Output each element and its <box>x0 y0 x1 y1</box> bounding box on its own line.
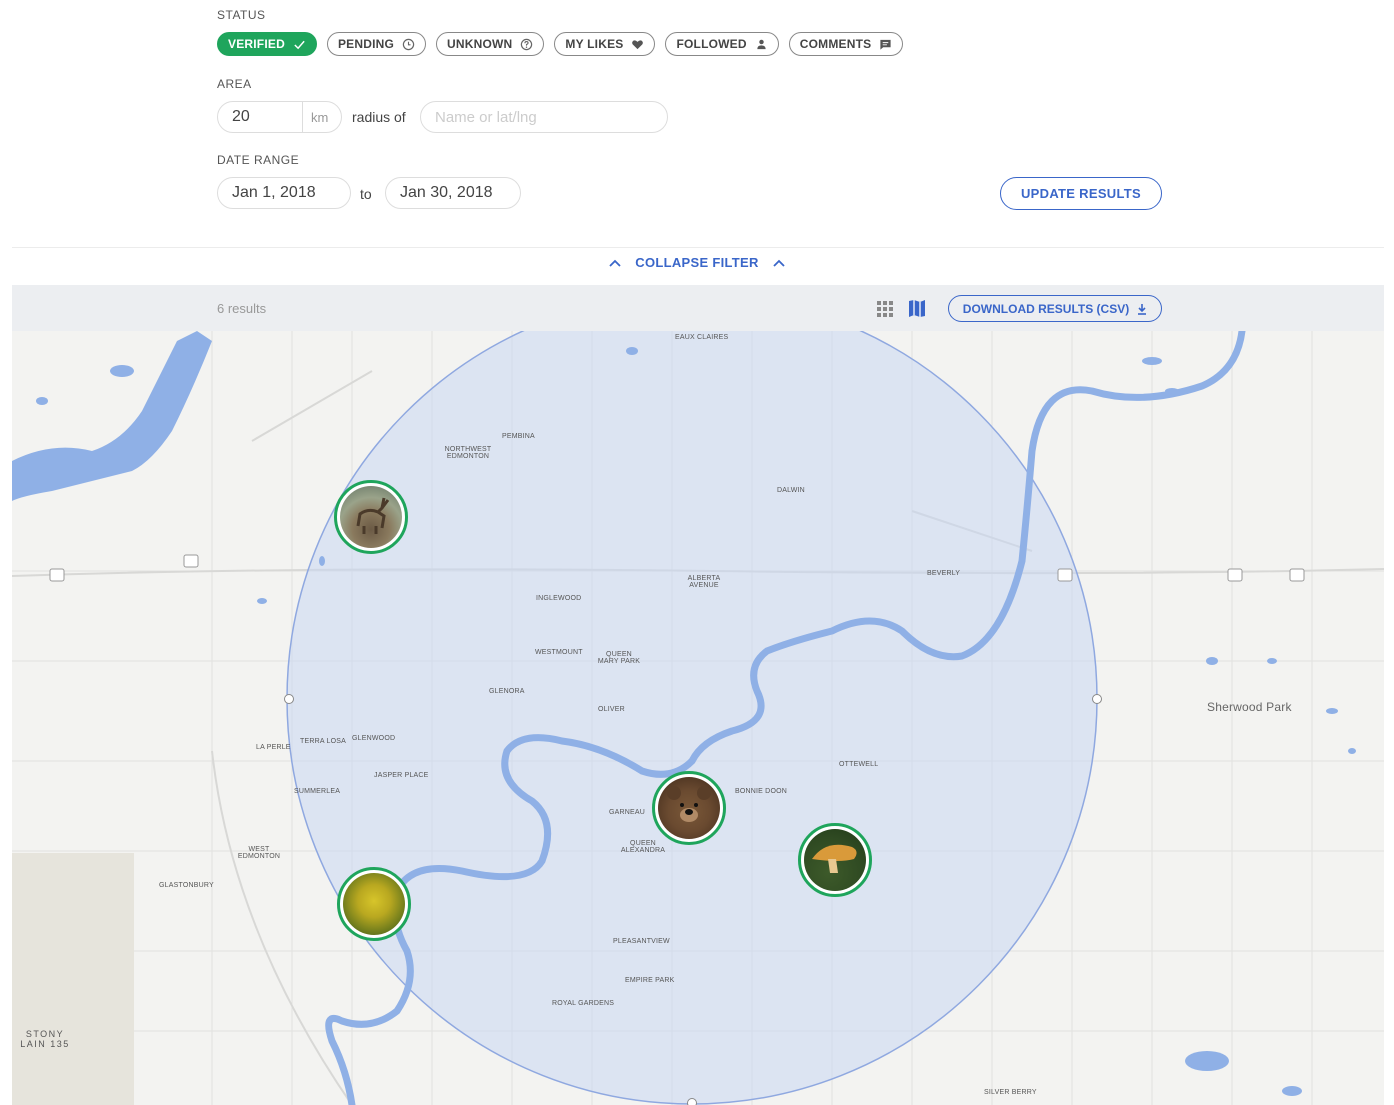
collapse-filter-label: COLLAPSE FILTER <box>635 255 759 270</box>
place-pembina: PEMBINA <box>502 433 535 440</box>
filter-panel: STATUS VERIFIED PENDING UNKNOWN MY LIKES… <box>0 0 1394 285</box>
chip-verified[interactable]: VERIFIED <box>217 32 317 56</box>
status-chips: VERIFIED PENDING UNKNOWN MY LIKES FOLLOW… <box>217 32 904 56</box>
place-sherwood-park: Sherwood Park <box>1207 700 1292 714</box>
map-base <box>12 331 1384 1105</box>
mushroom-photo <box>804 829 866 891</box>
plant-observation-marker[interactable] <box>337 867 411 941</box>
chip-label: MY LIKES <box>565 37 624 51</box>
chip-label: PENDING <box>337 37 395 51</box>
radius-input[interactable]: 20 km <box>217 101 342 133</box>
person-icon <box>757 39 766 49</box>
results-map[interactable]: Sherwood Park STONY LAIN 135 EAUX CLAIRE… <box>12 331 1384 1105</box>
update-results-button[interactable]: UPDATE RESULTS <box>1000 177 1162 210</box>
date-to-value: Jan 30, 2018 <box>400 184 493 201</box>
place-glastonbury: GLASTONBURY <box>159 882 214 889</box>
place-silver-berry: SILVER BERRY <box>984 1089 1037 1096</box>
chip-followed[interactable]: FOLLOWED <box>665 32 779 56</box>
chip-pending[interactable]: PENDING <box>326 32 427 56</box>
elk-photo <box>340 486 402 548</box>
chip-label: UNKNOWN <box>447 37 513 51</box>
map-view-icon[interactable] <box>908 299 926 318</box>
place-queen-alexandra: QUEEN ALEXANDRA <box>620 840 666 854</box>
place-garneau: GARNEAU <box>609 809 646 816</box>
bear-photo <box>658 777 720 839</box>
status-label: STATUS <box>217 8 266 22</box>
chip-my-likes[interactable]: MY LIKES <box>554 32 656 56</box>
place-west-edmonton: WEST EDMONTON <box>237 846 281 860</box>
radius-value: 20 <box>232 108 250 125</box>
results-toolbar: 6 results <box>12 285 1384 331</box>
place-stony-plain: STONY LAIN 135 <box>20 1029 70 1049</box>
chip-label: FOLLOWED <box>676 37 747 51</box>
chip-label: COMMENTS <box>799 37 872 51</box>
date-to-text: to <box>360 186 372 202</box>
place-terra-losa: TERRA LOSA <box>300 738 346 745</box>
results-count: 6 results <box>217 301 267 316</box>
divider <box>12 247 1384 248</box>
place-alberta-avenue: ALBERTA AVENUE <box>687 575 721 589</box>
chip-label: VERIFIED <box>228 37 285 51</box>
place-northwest-edmonton: NORTHWEST EDMONTON <box>444 446 492 460</box>
area-label: AREA <box>217 77 252 91</box>
radius-of-text: radius of <box>352 109 406 125</box>
place-westmount: WESTMOUNT <box>535 649 583 656</box>
download-results-label: DOWNLOAD RESULTS (CSV) <box>962 301 1130 316</box>
place-queen-mary-park: QUEEN MARY PARK <box>597 651 641 665</box>
heart-icon <box>632 39 644 49</box>
chip-unknown[interactable]: UNKNOWN <box>436 32 545 56</box>
flowers-photo <box>343 873 405 935</box>
place-empire-park: EMPIRE PARK <box>625 977 675 984</box>
date-from-value: Jan 1, 2018 <box>232 184 316 201</box>
place-royal-gardens: ROYAL GARDENS <box>552 1000 615 1007</box>
place-glenora: GLENORA <box>489 688 525 695</box>
chevron-up-icon <box>773 259 785 267</box>
download-results-button[interactable]: DOWNLOAD RESULTS (CSV) <box>948 295 1162 322</box>
check-icon <box>294 40 305 49</box>
place-la-perle: LA PERLE <box>256 744 291 751</box>
location-placeholder: Name or lat/lng <box>435 108 537 126</box>
place-bonnie-doon: BONNIE DOON <box>735 788 787 795</box>
radius-unit: km <box>302 102 328 132</box>
place-oliver: OLIVER <box>598 706 625 713</box>
location-input[interactable]: Name or lat/lng <box>420 101 668 133</box>
grid-view-icon[interactable] <box>877 301 893 317</box>
place-inglewood: INGLEWOOD <box>536 595 582 602</box>
bear-observation-marker[interactable] <box>652 771 726 845</box>
place-beverly: BEVERLY <box>927 570 961 577</box>
place-jasper-place: JASPER PLACE <box>374 772 429 779</box>
place-dalwin: DALWIN <box>777 487 805 494</box>
date-from-input[interactable]: Jan 1, 2018 <box>217 177 351 209</box>
place-summerlea: SUMMERLEA <box>294 788 341 795</box>
comment-icon <box>880 39 891 50</box>
date-to-input[interactable]: Jan 30, 2018 <box>385 177 521 209</box>
question-icon <box>521 38 533 50</box>
clock-icon <box>402 38 415 50</box>
place-ottewell: OTTEWELL <box>839 761 879 768</box>
place-eaux-claires: EAUX CLAIRES <box>675 334 729 341</box>
mushroom-observation-marker[interactable] <box>798 823 872 897</box>
collapse-filter-button[interactable]: COLLAPSE FILTER <box>0 255 1394 270</box>
chevron-up-icon <box>609 259 621 267</box>
date-range-label: DATE RANGE <box>217 153 300 167</box>
place-glenwood: GLENWOOD <box>352 735 396 742</box>
elk-observation-marker[interactable] <box>334 480 408 554</box>
place-pleasantview: PLEASANTVIEW <box>613 938 670 945</box>
chip-comments[interactable]: COMMENTS <box>788 32 904 56</box>
download-icon <box>1138 303 1147 315</box>
